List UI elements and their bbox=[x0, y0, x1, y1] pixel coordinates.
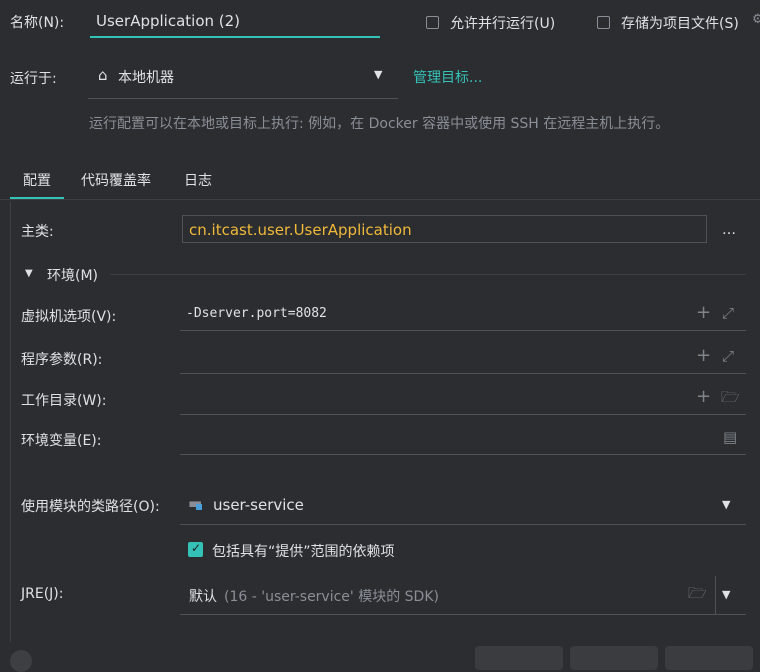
jre-default: 默认 bbox=[189, 589, 217, 605]
allow-parallel-checkbox[interactable] bbox=[426, 16, 439, 29]
env-vars-label: 环境变量(E): bbox=[21, 433, 102, 449]
folder-icon[interactable]: 🗁 bbox=[721, 388, 740, 406]
run-on-value: 本地机器 bbox=[118, 70, 174, 86]
tabs-divider bbox=[0, 199, 760, 200]
tab-coverage[interactable]: 代码覆盖率 bbox=[81, 170, 151, 190]
module-value: user-service bbox=[213, 496, 304, 514]
store-project-checkbox[interactable] bbox=[597, 16, 610, 29]
program-args-field[interactable]: + ⤢ bbox=[180, 339, 746, 374]
collapse-env-icon[interactable]: ▼ bbox=[25, 268, 33, 279]
help-icon[interactable] bbox=[10, 650, 32, 672]
folder-icon[interactable]: 🗁 bbox=[688, 584, 707, 602]
env-vars-field[interactable]: ▤ bbox=[180, 420, 746, 455]
edit-list-icon[interactable]: ▤ bbox=[723, 428, 737, 446]
home-icon: ⌂ bbox=[98, 66, 108, 84]
env-section-label: 环境(M) bbox=[47, 268, 99, 284]
tab-logs[interactable]: 日志 bbox=[184, 170, 212, 190]
expand-icon[interactable]: ⤢ bbox=[722, 304, 734, 322]
add-vm-option-icon[interactable]: + bbox=[696, 304, 711, 322]
add-work-dir-icon[interactable]: + bbox=[696, 388, 711, 406]
jre-label: JRE(J): bbox=[21, 586, 64, 602]
browse-class-icon[interactable]: … bbox=[722, 222, 736, 238]
name-label: 名称(N): bbox=[10, 15, 65, 31]
apply-button[interactable] bbox=[665, 646, 753, 670]
vm-options-label: 虚拟机选项(V): bbox=[21, 309, 117, 325]
run-on-hint: 运行配置可以在本地或目标上执行: 例如，在 Docker 容器中或使用 SSH … bbox=[89, 116, 670, 132]
vm-options-field[interactable]: -Dserver.port=8082 + ⤢ bbox=[180, 296, 746, 331]
main-class-value: cn.itcast.user.UserApplication bbox=[189, 221, 412, 239]
tab-config[interactable]: 配置 bbox=[10, 170, 64, 199]
jre-detail: (16 - 'user-service' 模块的 SDK) bbox=[224, 589, 439, 605]
module-badge-icon bbox=[196, 504, 202, 510]
add-program-arg-icon[interactable]: + bbox=[696, 347, 711, 365]
name-field[interactable]: UserApplication (2) bbox=[90, 8, 380, 38]
checkmark-icon: ✓ bbox=[191, 541, 202, 555]
work-dir-label: 工作目录(W): bbox=[21, 393, 107, 409]
module-label: 使用模块的类路径(O): bbox=[21, 499, 160, 515]
manage-targets-link[interactable]: 管理目标... bbox=[413, 67, 482, 87]
run-on-dropdown[interactable]: ⌂ 本地机器 ▼ bbox=[88, 58, 398, 99]
chevron-down-icon: ▼ bbox=[722, 498, 731, 511]
include-provided-label: 包括具有“提供”范围的依赖项 bbox=[212, 544, 395, 560]
jre-field[interactable]: 默认 (16 - 'user-service' 模块的 SDK) 🗁 ▼ bbox=[180, 576, 746, 615]
work-dir-field[interactable]: + 🗁 bbox=[180, 380, 746, 415]
expand-icon[interactable]: ⤢ bbox=[722, 347, 734, 365]
env-section-divider bbox=[110, 274, 746, 275]
ok-button[interactable] bbox=[475, 646, 563, 670]
module-dropdown[interactable]: ▬ user-service ▼ bbox=[180, 486, 746, 525]
allow-parallel-label: 允许并行运行(U) bbox=[450, 16, 556, 32]
include-provided-checkbox[interactable]: ✓ bbox=[188, 541, 203, 557]
run-on-label: 运行于: bbox=[10, 71, 57, 87]
main-class-label: 主类: bbox=[21, 224, 54, 240]
store-project-label: 存储为项目文件(S) bbox=[621, 16, 739, 32]
vm-options-value: -Dserver.port=8082 bbox=[186, 306, 327, 321]
jre-divider bbox=[715, 576, 716, 614]
more-options-icon[interactable]: ⚙ bbox=[752, 12, 760, 27]
name-value: UserApplication (2) bbox=[96, 12, 241, 30]
main-class-field[interactable]: cn.itcast.user.UserApplication bbox=[182, 215, 707, 243]
chevron-down-icon: ▼ bbox=[374, 68, 383, 81]
program-args-label: 程序参数(R): bbox=[21, 352, 103, 368]
cancel-button[interactable] bbox=[570, 646, 658, 670]
chevron-down-icon[interactable]: ▼ bbox=[722, 588, 730, 601]
